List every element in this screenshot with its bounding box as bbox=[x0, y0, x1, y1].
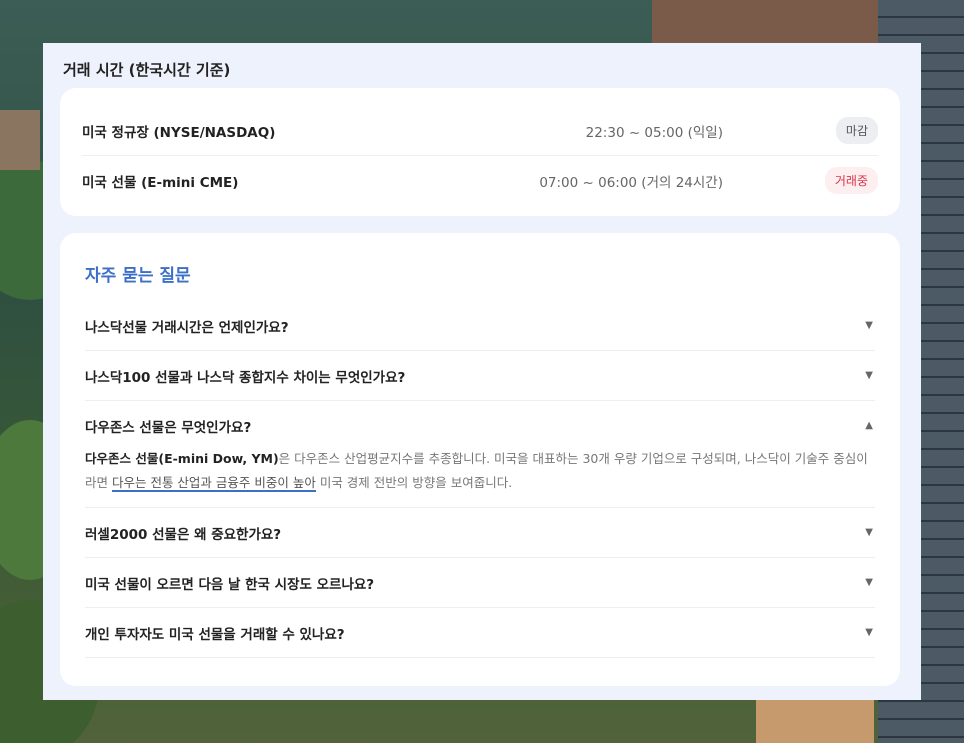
faq-question-text: 개인 투자자도 미국 선물을 거래할 수 있나요? bbox=[85, 626, 345, 643]
main-panel: 거래 시간 (한국시간 기준) 미국 정규장 (NYSE/NASDAQ) 22:… bbox=[43, 43, 921, 700]
faq-answer: 다우존스 선물(E-mini Dow, YM)은 다우존스 산업평균지수를 추종… bbox=[85, 447, 875, 507]
faq-item-expanded: 다우존스 선물은 무엇인가요? ▲ 다우존스 선물(E-mini Dow, YM… bbox=[85, 401, 875, 508]
chevron-down-icon: ▼ bbox=[865, 320, 873, 331]
faq-question-text: 러셀2000 선물은 왜 중요한가요? bbox=[85, 526, 282, 543]
status-badge: 거래중 bbox=[824, 167, 878, 194]
faq-title: 자주 묻는 질문 bbox=[85, 266, 191, 286]
faq-item: 나스닥선물 거래시간은 언제인가요? ▼ bbox=[85, 301, 875, 351]
chevron-down-icon: ▼ bbox=[865, 577, 873, 588]
answer-highlight: 다우는 전통 산업과 금융주 비중이 높아 bbox=[111, 475, 316, 492]
faq-question-toggle[interactable]: 나스닥100 선물과 나스닥 종합지수 차이는 무엇인가요? ▼ bbox=[85, 351, 875, 400]
faq-item: 나스닥100 선물과 나스닥 종합지수 차이는 무엇인가요? ▼ bbox=[85, 351, 875, 401]
faq-item: 러셀2000 선물은 왜 중요한가요? ▼ bbox=[85, 508, 875, 558]
chevron-up-icon: ▲ bbox=[865, 420, 873, 431]
faq-question-text: 다우존스 선물은 무엇인가요? bbox=[85, 419, 252, 436]
faq-question-toggle[interactable]: 러셀2000 선물은 왜 중요한가요? ▼ bbox=[85, 508, 875, 557]
faq-item: 미국 선물이 오르면 다음 날 한국 시장도 오르나요? ▼ bbox=[85, 558, 875, 608]
answer-text: 미국 경제 전반의 방향을 보여줍니다. bbox=[315, 475, 513, 490]
market-time: 22:30 ~ 05:00 (익일) bbox=[585, 124, 723, 141]
chevron-down-icon: ▼ bbox=[865, 627, 873, 638]
market-time: 07:00 ~ 06:00 (거의 24시간) bbox=[539, 174, 723, 191]
faq-item: 개인 투자자도 미국 선물을 거래할 수 있나요? ▼ bbox=[85, 608, 875, 658]
answer-bold-term: 다우존스 선물(E-mini Dow, YM) bbox=[85, 451, 279, 466]
hours-row-us-futures: 미국 선물 (E-mini CME) 07:00 ~ 06:00 (거의 24시… bbox=[82, 155, 878, 205]
faq-question-text: 미국 선물이 오르면 다음 날 한국 시장도 오르나요? bbox=[85, 576, 375, 593]
chevron-down-icon: ▼ bbox=[865, 527, 873, 538]
faq-question-text: 나스닥100 선물과 나스닥 종합지수 차이는 무엇인가요? bbox=[85, 369, 406, 386]
hours-row-us-regular: 미국 정규장 (NYSE/NASDAQ) 22:30 ~ 05:00 (익일) … bbox=[82, 106, 878, 155]
trading-hours-title: 거래 시간 (한국시간 기준) bbox=[63, 61, 231, 79]
faq-question-toggle[interactable]: 다우존스 선물은 무엇인가요? ▲ bbox=[85, 401, 875, 450]
faq-question-toggle[interactable]: 미국 선물이 오르면 다음 날 한국 시장도 오르나요? ▼ bbox=[85, 558, 875, 607]
market-name: 미국 선물 (E-mini CME) bbox=[82, 174, 239, 191]
trading-hours-card: 미국 정규장 (NYSE/NASDAQ) 22:30 ~ 05:00 (익일) … bbox=[60, 88, 900, 216]
faq-question-text: 나스닥선물 거래시간은 언제인가요? bbox=[85, 319, 289, 336]
faq-question-toggle[interactable]: 나스닥선물 거래시간은 언제인가요? ▼ bbox=[85, 301, 875, 350]
status-badge: 마감 bbox=[835, 117, 878, 144]
chevron-down-icon: ▼ bbox=[865, 370, 873, 381]
faq-question-toggle[interactable]: 개인 투자자도 미국 선물을 거래할 수 있나요? ▼ bbox=[85, 608, 875, 657]
market-name: 미국 정규장 (NYSE/NASDAQ) bbox=[82, 124, 276, 141]
faq-card: 자주 묻는 질문 나스닥선물 거래시간은 언제인가요? ▼ 나스닥100 선물과… bbox=[60, 233, 900, 686]
